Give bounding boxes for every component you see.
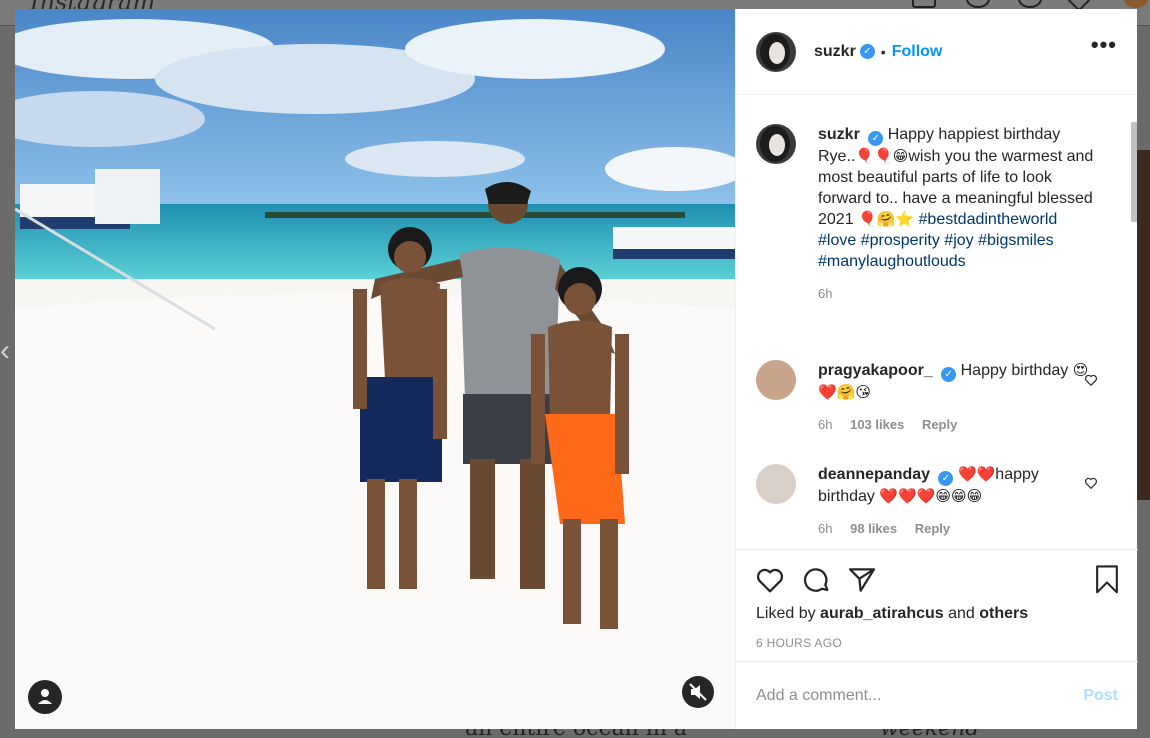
home-icon[interactable] (912, 0, 936, 8)
explore-icon[interactable] (1018, 0, 1042, 8)
verified-badge-icon: ✓ (868, 131, 884, 146)
commenter-username[interactable]: deannepanday (818, 466, 930, 483)
author-username[interactable]: suzkr (814, 43, 856, 61)
comment-emoji: ❤️❤️❤️😁😁😁 (879, 487, 983, 505)
post-modal: suzkr ✓ • Follow ••• suzkr ✓ Happy happi… (15, 9, 1138, 729)
like-comment-heart-icon[interactable] (1084, 373, 1098, 387)
post-header: suzkr ✓ • Follow ••• (736, 9, 1137, 95)
profile-avatar[interactable] (1124, 0, 1148, 8)
comment-bubble-icon[interactable] (800, 564, 832, 596)
volume-muted-icon (689, 683, 707, 701)
more-options-icon[interactable]: ••• (1091, 34, 1117, 56)
previous-post-arrow-icon[interactable]: ‹ (0, 336, 14, 366)
liked-by-and: and (948, 605, 975, 622)
comment-item: pragyakapoor_ ✓ Happy birthday 😍❤️🤗😘 6h … (756, 360, 1096, 432)
comment-likes[interactable]: 103 likes (850, 417, 904, 432)
comment-emoji-pre: ❤️❤️ (957, 465, 996, 483)
commenter-avatar[interactable] (756, 360, 796, 400)
add-comment-bar: Post (736, 661, 1138, 729)
caption-emoji-2: 🎈🤗⭐ (858, 210, 915, 228)
comments-list[interactable]: suzkr ✓ Happy happiest birthday Rye..🎈🎈😁… (736, 96, 1138, 548)
person-icon (38, 689, 52, 704)
caption: suzkr ✓ Happy happiest birthday Rye..🎈🎈😁… (756, 124, 1096, 301)
caption-avatar[interactable] (756, 124, 796, 164)
comment-time: 6h (818, 521, 833, 536)
save-bookmark-icon[interactable] (1092, 564, 1122, 596)
comments-scrollbar[interactable] (1131, 96, 1137, 548)
reply-button[interactable]: Reply (915, 521, 950, 536)
verified-badge-icon: ✓ (941, 367, 957, 382)
post-timestamp[interactable]: 6 HOURS AGO (756, 636, 842, 650)
author-avatar[interactable] (756, 31, 796, 72)
commenter-username[interactable]: pragyakapoor_ (818, 362, 933, 379)
comment-text: Happy birthday (960, 362, 1069, 379)
post-media[interactable] (15, 9, 735, 729)
messenger-icon[interactable] (966, 0, 990, 8)
caption-username[interactable]: suzkr (818, 126, 860, 143)
follow-button[interactable]: Follow (892, 43, 943, 61)
caption-time: 6h (818, 286, 833, 301)
separator-dot: • (880, 43, 886, 60)
like-heart-icon[interactable] (754, 564, 786, 596)
share-paper-plane-icon[interactable] (846, 564, 878, 596)
verified-badge-icon: ✓ (859, 44, 875, 59)
background-feed-photo (1137, 150, 1150, 500)
liked-by-others[interactable]: others (979, 605, 1028, 622)
liked-by-prefix: Liked by (756, 605, 816, 622)
comment-input[interactable] (756, 686, 1084, 705)
caption-emoji-1: 🎈🎈😁 (855, 147, 909, 165)
reply-button[interactable]: Reply (922, 417, 957, 432)
caption-hashtags[interactable]: #bestdadintheworld #love #prosperity #jo… (818, 211, 1057, 270)
liked-by-user[interactable]: aurab_atirahcus (820, 605, 944, 622)
post-side-panel: suzkr ✓ • Follow ••• suzkr ✓ Happy happi… (735, 9, 1138, 729)
comment-likes[interactable]: 98 likes (850, 521, 897, 536)
commenter-avatar[interactable] (756, 464, 796, 504)
tagged-users-button[interactable] (28, 680, 62, 714)
comment-time: 6h (818, 417, 833, 432)
mute-button[interactable] (682, 676, 714, 708)
beach-photo (15, 9, 735, 729)
verified-badge-icon: ✓ (938, 471, 954, 486)
comment-item: deannepanday ✓ ❤️❤️happy birthday ❤️❤️❤️… (756, 464, 1096, 536)
like-comment-heart-icon[interactable] (1084, 476, 1098, 490)
post-comment-button[interactable]: Post (1083, 687, 1118, 705)
liked-by-text: Liked by aurab_atirahcus and others (756, 605, 1028, 623)
post-actions: Liked by aurab_atirahcus and others 6 HO… (736, 549, 1138, 661)
